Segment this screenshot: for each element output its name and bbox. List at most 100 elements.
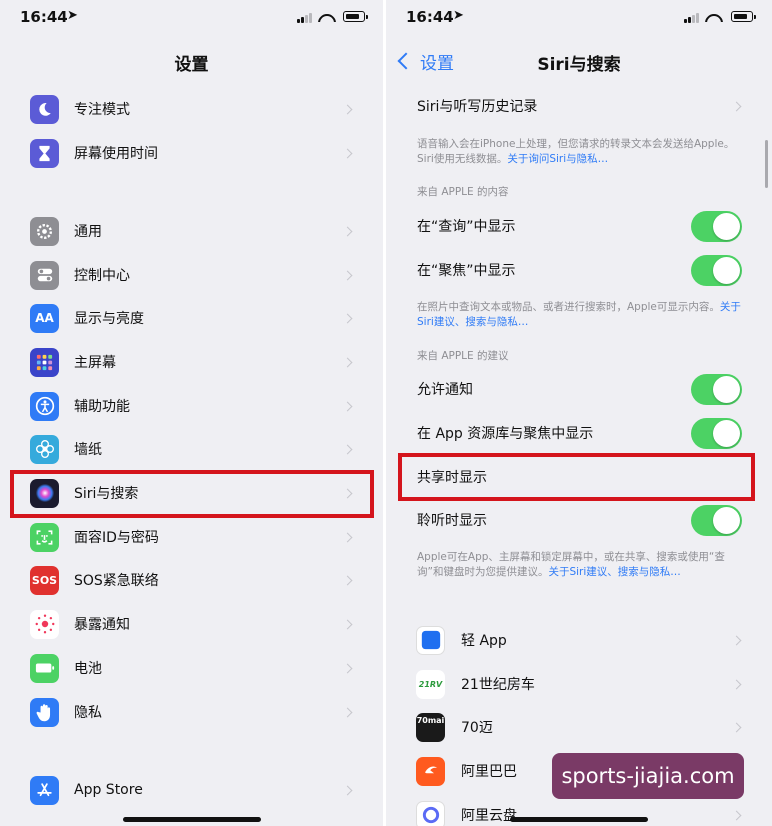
scrollbar[interactable] <box>765 140 768 188</box>
chevron-right-icon <box>342 148 353 158</box>
chevron-right-icon <box>342 104 353 114</box>
settings-item-focus[interactable]: 专注模式 <box>0 88 383 130</box>
location-arrow-icon: ➤ <box>67 8 78 23</box>
history-footnote: 语音输入会在iPhone上处理，但您请求的转录文本会发送给Apple。Siri使… <box>417 137 747 167</box>
sos-icon: SOS <box>30 565 59 595</box>
show-when-listening-toggle[interactable] <box>691 504 742 536</box>
app-item-label: 21世纪房车 <box>461 677 535 693</box>
chevron-right-icon <box>342 313 353 323</box>
app-item-label: 轻 App <box>461 633 507 649</box>
chevron-right-icon <box>342 226 353 236</box>
rv-app-icon: 21RV <box>416 669 445 699</box>
app-item-21rv[interactable]: 21RV 21世纪房车 <box>386 663 772 705</box>
location-arrow-icon: ➤ <box>453 8 464 23</box>
settings-item-battery[interactable]: 电池 <box>0 647 383 689</box>
settings-item-label: 通用 <box>74 224 102 240</box>
app-item-qing[interactable]: 轻 App <box>386 619 772 661</box>
aliyun-drive-icon <box>416 800 445 826</box>
show-in-library-toggle[interactable] <box>691 417 742 449</box>
settings-item-label: SOS紧急联络 <box>74 573 159 589</box>
settings-item-label: 面容ID与密码 <box>74 530 159 546</box>
flower-icon <box>30 434 59 464</box>
section-header-content: 来自 APPLE 的内容 <box>417 186 509 198</box>
show-in-library-label: 在 App 资源库与聚焦中显示 <box>417 426 594 442</box>
section-header-suggestions: 来自 APPLE 的建议 <box>417 350 509 362</box>
settings-item-accessibility[interactable]: 辅助功能 <box>0 385 383 427</box>
qing-app-icon <box>416 625 445 655</box>
chevron-right-icon <box>342 785 353 795</box>
app-store-icon <box>30 775 59 805</box>
show-in-lookup-row: 在“查询”中显示 <box>386 205 772 247</box>
gear-icon <box>30 216 59 246</box>
content-note-text: 在照片中查询文本或物品、或者进行搜索时，Apple可显示内容。 <box>417 301 720 313</box>
chevron-right-icon <box>731 810 742 820</box>
home-indicator <box>510 817 648 822</box>
suggestions-footnote: Apple可在App、主屏幕和锁定屏幕中，或在共享、搜索或使用“查询”和键盘时为… <box>417 550 747 580</box>
settings-item-label: App Store <box>74 782 143 798</box>
show-in-lookup-toggle[interactable] <box>691 210 742 242</box>
show-in-spotlight-row: 在“聚焦”中显示 <box>386 249 772 291</box>
settings-item-label: 主屏幕 <box>74 355 116 371</box>
chevron-right-icon <box>342 444 353 454</box>
settings-item-label: 控制中心 <box>74 268 130 284</box>
hand-icon <box>30 697 59 727</box>
settings-item-general[interactable]: 通用 <box>0 210 383 252</box>
wifi-icon <box>318 9 336 22</box>
home-screen-grid-icon <box>30 347 59 377</box>
chevron-right-icon <box>342 619 353 629</box>
show-when-listening-row: 聆听时显示 <box>386 499 772 541</box>
chevron-right-icon <box>342 401 353 411</box>
alibaba-app-icon <box>416 756 445 786</box>
app-item-label: 阿里巴巴 <box>461 764 517 780</box>
status-time: 16:44 <box>20 8 68 26</box>
toggles-icon <box>30 260 59 290</box>
settings-item-label: 墙纸 <box>74 442 102 458</box>
settings-item-label: 专注模式 <box>74 102 130 118</box>
moon-icon <box>30 94 59 124</box>
show-in-spotlight-label: 在“聚焦”中显示 <box>417 263 516 279</box>
settings-item-label: 辅助功能 <box>74 399 130 415</box>
watermark: sports-jiajia.com <box>552 753 744 799</box>
status-time: 16:44 <box>406 8 454 26</box>
siri-history-label: Siri与听写历史记录 <box>417 99 538 115</box>
chevron-right-icon <box>342 532 353 542</box>
battery-settings-icon <box>30 653 59 683</box>
settings-item-wallpaper[interactable]: 墙纸 <box>0 428 383 470</box>
mai-app-icon: 70mai <box>416 712 445 742</box>
battery-icon <box>731 11 756 22</box>
allow-notifications-toggle[interactable] <box>691 373 742 405</box>
show-in-spotlight-toggle[interactable] <box>691 254 742 286</box>
cellular-signal-icon <box>684 12 699 23</box>
allow-notifications-row: 允许通知 <box>386 368 772 410</box>
chevron-right-icon <box>731 101 742 111</box>
settings-item-control-center[interactable]: 控制中心 <box>0 254 383 296</box>
settings-item-app-store[interactable]: App Store <box>0 769 383 811</box>
show-in-library-row: 在 App 资源库与聚焦中显示 <box>386 412 772 454</box>
app-item-label: 70迈 <box>461 720 493 736</box>
chevron-right-icon <box>342 357 353 367</box>
show-in-lookup-label: 在“查询”中显示 <box>417 219 516 235</box>
settings-item-privacy[interactable]: 隐私 <box>0 691 383 733</box>
settings-item-label: 电池 <box>74 661 102 677</box>
settings-item-label: 隐私 <box>74 705 102 721</box>
settings-item-exposure[interactable]: 暴露通知 <box>0 603 383 645</box>
suggestions-privacy-link[interactable]: 关于Siri建议、搜索与隐私… <box>548 566 680 578</box>
chevron-right-icon <box>342 270 353 280</box>
settings-item-label: 屏幕使用时间 <box>74 146 158 162</box>
hourglass-icon <box>30 138 59 168</box>
page-title: Siri与搜索 <box>537 55 621 75</box>
app-item-70mai[interactable]: 70mai 70迈 <box>386 706 772 748</box>
siri-history-item[interactable]: Siri与听写历史记录 <box>386 85 772 127</box>
settings-item-home-screen[interactable]: 主屏幕 <box>0 341 383 383</box>
settings-item-face-id[interactable]: 面容ID与密码 <box>0 516 383 558</box>
show-when-listening-label: 聆听时显示 <box>417 513 487 529</box>
settings-item-screen-time[interactable]: 屏幕使用时间 <box>0 132 383 174</box>
settings-item-display[interactable]: AA 显示与亮度 <box>0 297 383 339</box>
highlight-box-sharing <box>398 453 755 501</box>
chevron-right-icon <box>731 722 742 732</box>
history-privacy-link[interactable]: 关于询问Siri与隐私… <box>507 153 608 165</box>
battery-icon <box>343 11 368 22</box>
settings-item-sos[interactable]: SOS SOS紧急联络 <box>0 559 383 601</box>
accessibility-icon <box>30 391 59 421</box>
settings-pane: 16:44 ➤ 设置 专注模式 屏幕使用时间 通用 控制中心 AA 显示与亮度 … <box>0 0 383 826</box>
